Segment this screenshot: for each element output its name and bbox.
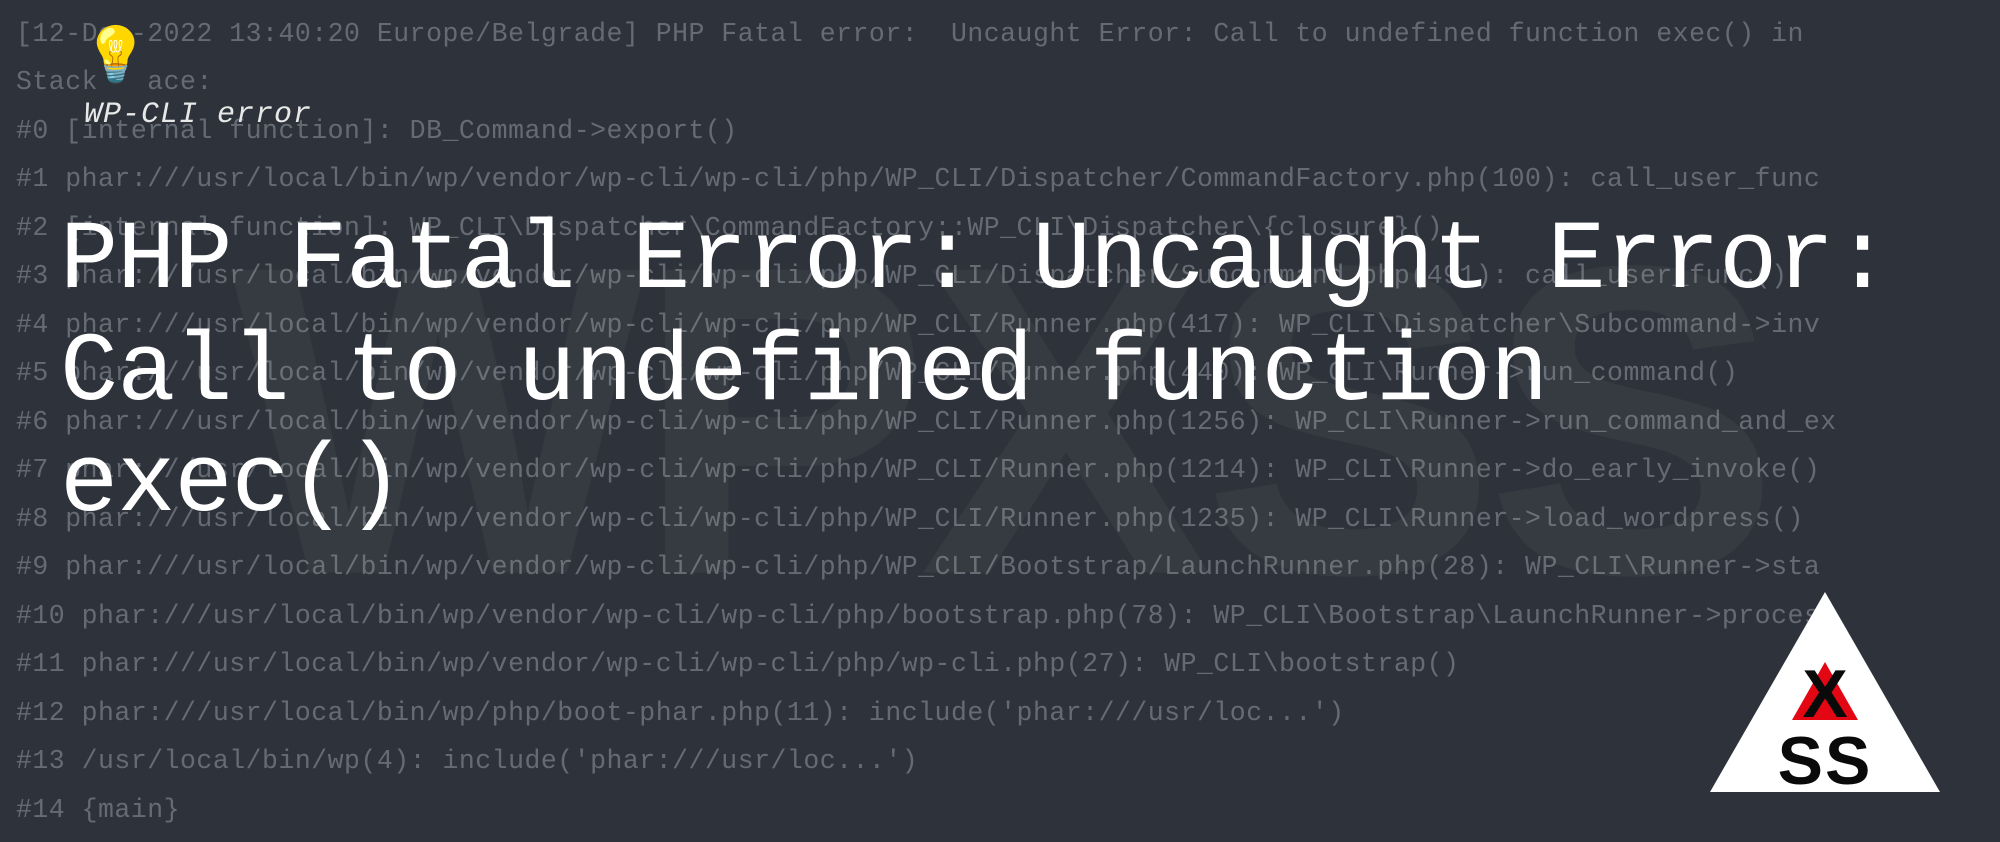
category-label: WP-CLI error: [84, 98, 312, 132]
logo-text-top: X: [1802, 656, 1847, 732]
lightbulb-icon: 💡: [82, 24, 149, 90]
xss-logo: X SS: [1710, 592, 1940, 792]
logo-text-bottom: SS: [1778, 723, 1873, 792]
page-title: PHP Fatal Error: Uncaught Error: Call to…: [60, 207, 1940, 542]
content-overlay: 💡 WP-CLI error PHP Fatal Error: Uncaught…: [0, 0, 2000, 842]
